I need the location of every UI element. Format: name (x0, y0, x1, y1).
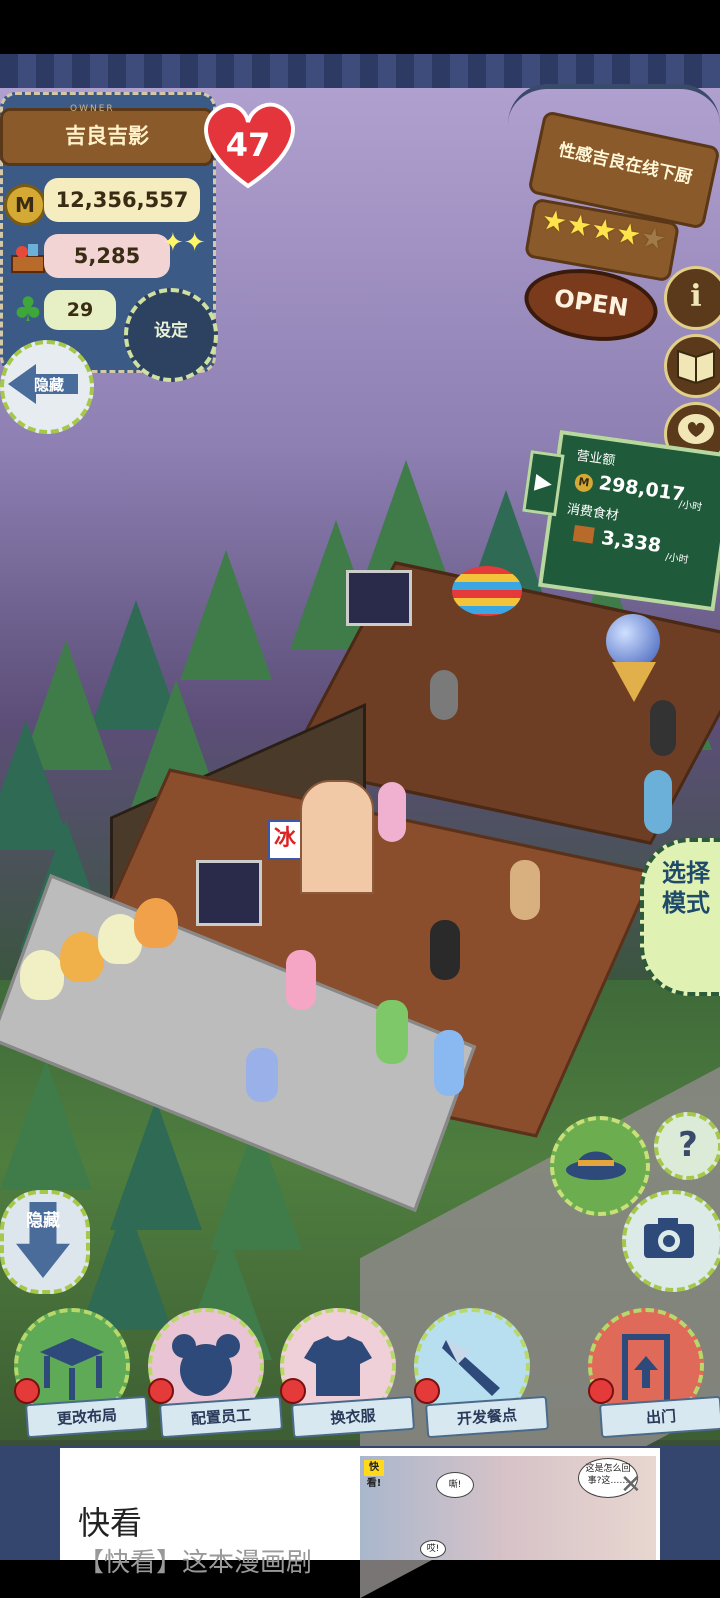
go-out-button[interactable]: 出门 (582, 1308, 720, 1439)
staff-character[interactable] (378, 782, 406, 842)
ad-speech-bubble: 嘶! (436, 1472, 474, 1498)
help-button[interactable]: ? (654, 1112, 720, 1180)
recipe-book-button[interactable] (664, 334, 720, 398)
camera-icon (644, 1218, 694, 1258)
owner-name: 吉良吉影 (0, 108, 214, 166)
cafe-door[interactable] (300, 780, 374, 894)
ad-description[interactable]: 【快看】这本漫画剧 (78, 1542, 312, 1579)
camera-button[interactable] (622, 1190, 720, 1292)
revenue-value: 298,017 (597, 472, 687, 506)
sparkle-icon: ✦✦ (162, 228, 206, 258)
food-consumed-unit: /小时 (664, 551, 690, 567)
hide-label: 隐藏 (26, 1211, 60, 1231)
mode-select-button[interactable]: 选择模式 (640, 838, 720, 996)
clovers-value: 29 (44, 290, 116, 330)
ice-cream-cone-prop (612, 662, 656, 702)
shaved-ice-prop[interactable] (134, 898, 178, 948)
customer-character[interactable] (644, 770, 672, 834)
pin-icon (414, 1378, 440, 1404)
hide-label: 隐藏 (34, 376, 65, 394)
change-layout-button[interactable]: 更改布局 (8, 1308, 150, 1439)
customer-character[interactable] (510, 860, 540, 920)
coin-icon: M (573, 472, 595, 494)
hide-panel-button[interactable]: 隐藏 (0, 340, 94, 434)
food-basket-icon (572, 525, 595, 544)
pin-icon (14, 1378, 40, 1404)
revenue-unit: /小时 (677, 499, 703, 514)
tree (0, 1060, 92, 1190)
tv-prop[interactable] (196, 860, 262, 926)
customer-character[interactable] (434, 1030, 464, 1096)
customer-character[interactable] (430, 670, 458, 720)
clover-icon: ♣ (12, 290, 44, 330)
coin-icon: M (4, 184, 46, 226)
level-heart-badge[interactable]: 47 (196, 96, 300, 192)
shaved-ice-prop[interactable] (20, 950, 64, 1000)
staff-character[interactable] (430, 920, 460, 980)
ice-cream-globe-prop[interactable] (606, 614, 660, 668)
customer-character[interactable] (376, 1000, 408, 1064)
owner-label: OWNER (70, 104, 115, 114)
ad-logo: 快看! (364, 1460, 384, 1489)
change-clothes-button[interactable]: 换衣服 (274, 1308, 416, 1439)
food-value: 5,285 (44, 234, 170, 278)
assign-staff-button[interactable]: 配置员工 (142, 1308, 284, 1439)
customer-character[interactable] (286, 950, 316, 1010)
tv-prop[interactable] (346, 570, 412, 626)
revenue-label: 营业额 (575, 448, 617, 469)
status-bar (0, 0, 720, 54)
develop-dishes-button[interactable]: 开发餐点 (408, 1308, 550, 1439)
food-consumed-label: 消费食材 (565, 501, 620, 524)
hat-icon (566, 1151, 626, 1180)
star-empty-icon: ★ (638, 219, 669, 257)
ad-speech-bubble: 哎! (420, 1540, 446, 1558)
ad-title[interactable]: 快看 (78, 1498, 142, 1544)
ice-sign: 冰 (268, 820, 302, 860)
pin-icon (148, 1378, 174, 1404)
book-icon (677, 349, 715, 385)
customer-character[interactable] (246, 1048, 278, 1102)
hide-menu-button[interactable]: 隐藏 (0, 1190, 90, 1294)
sales-board-toggle[interactable]: ▶ (522, 450, 565, 517)
pin-icon (280, 1378, 306, 1404)
mode-select-label: 选择模式 (662, 859, 710, 917)
bunting-decoration (0, 54, 720, 88)
pool-ring-prop[interactable] (452, 566, 522, 616)
close-icon[interactable]: ✕ (620, 1470, 642, 1500)
info-button[interactable]: i (664, 266, 720, 330)
pin-icon (588, 1378, 614, 1404)
settings-button[interactable]: 设定 (124, 288, 218, 382)
sales-board[interactable]: ▶ 营业额 M 298,017 /小时 消费食材 3,338 /小时 (522, 430, 720, 612)
shop-name: 性感吉良在线下厨 (556, 140, 694, 189)
tree (180, 550, 272, 680)
food-basket-icon (11, 244, 45, 273)
customer-character[interactable] (650, 700, 676, 756)
level-value: 47 (226, 126, 271, 164)
coins-value: 12,356,557 (44, 178, 200, 222)
food-consumed-value: 3,338 (599, 526, 663, 558)
